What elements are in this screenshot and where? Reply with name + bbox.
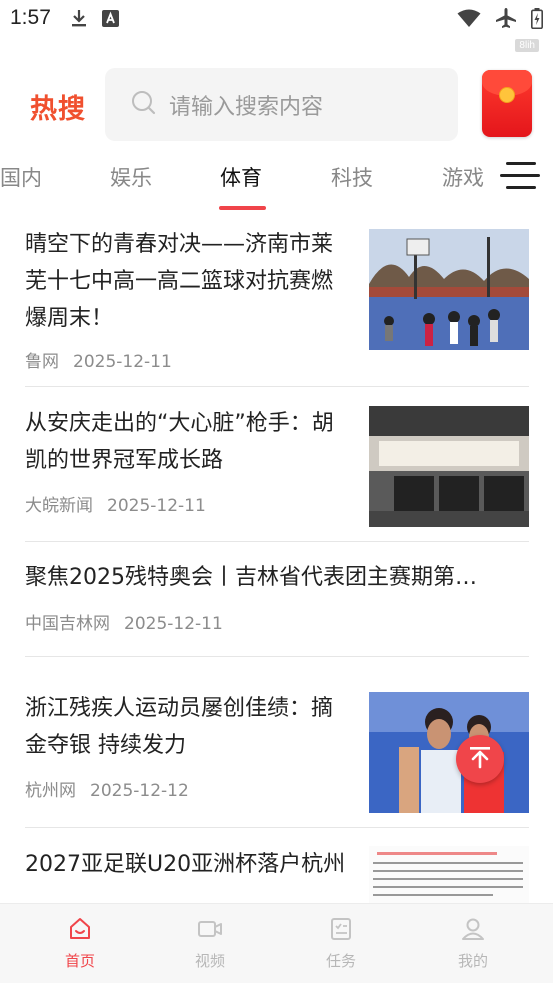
tab-sports[interactable]: 体育 [220, 162, 262, 192]
tab-entertainment[interactable]: 娱乐 [110, 162, 152, 192]
nav-profile[interactable]: 我的 [433, 916, 513, 971]
news-date: 2025-12-11 [107, 496, 206, 516]
news-item[interactable]: 2027亚足联U20亚洲杯落户杭州 [25, 846, 529, 906]
bottom-navigation: 首页 视频 任务 我的 [0, 903, 553, 983]
news-title: 浙江残疾人运动员屡创佳绩：摘金夺银 持续发力 [25, 696, 334, 758]
app-logo: 热搜 [30, 94, 86, 125]
nav-tasks-label: 任务 [325, 952, 356, 970]
app-notification-icon [102, 9, 119, 31]
news-source: 鲁网 [25, 352, 59, 372]
news-meta: 鲁网 2025-12-11 [25, 347, 172, 372]
nav-home-label: 首页 [64, 952, 95, 970]
nav-profile-label: 我的 [457, 952, 488, 970]
news-date: 2025-12-11 [124, 614, 223, 634]
status-bar: 1:57 8lih [0, 0, 553, 52]
video-icon [197, 921, 223, 946]
divider [25, 541, 529, 542]
news-thumbnail [369, 692, 529, 813]
news-title: 从安庆走出的“大心脏”枪手：胡凯的世界冠军成长路 [25, 411, 334, 473]
news-source: 杭州网 [25, 781, 76, 801]
news-title: 聚焦2025残特奥会丨吉林省代表团主赛期第… [25, 565, 477, 590]
divider [25, 656, 529, 657]
home-icon [67, 918, 93, 946]
news-title: 晴空下的青春对决——济南市莱芜十七中高一高二篮球对抗赛燃爆周末！ [25, 232, 334, 331]
tab-technology[interactable]: 科技 [331, 162, 373, 192]
news-source: 中国吉林网 [25, 614, 110, 634]
download-icon [70, 8, 88, 32]
network-speed-tag: 8lih [515, 39, 539, 52]
news-item[interactable]: 聚焦2025残特奥会丨吉林省代表团主赛期第… 中国吉林网 2025-12-11 [25, 559, 529, 649]
news-source: 大皖新闻 [25, 496, 93, 516]
news-meta: 中国吉林网 2025-12-11 [25, 609, 223, 634]
news-meta: 大皖新闻 2025-12-11 [25, 491, 206, 516]
search-input[interactable]: 请输入搜索内容 [105, 68, 458, 141]
battery-icon [531, 7, 543, 33]
menu-icon[interactable] [500, 158, 540, 194]
back-to-top-button[interactable] [456, 735, 504, 783]
search-icon [131, 90, 157, 120]
news-date: 2025-12-12 [90, 781, 189, 801]
news-meta: 杭州网 2025-12-12 [25, 776, 189, 801]
news-item[interactable]: 从安庆走出的“大心脏”枪手：胡凯的世界冠军成长路 大皖新闻 2025-12-11 [25, 405, 529, 535]
task-icon [328, 918, 354, 946]
tab-games[interactable]: 游戏 [442, 162, 484, 192]
divider [25, 827, 529, 828]
news-thumbnail [369, 229, 529, 350]
divider [25, 386, 529, 387]
airplane-icon [495, 7, 517, 33]
red-envelope-button[interactable] [482, 70, 532, 137]
news-date: 2025-12-11 [73, 352, 172, 372]
nav-tasks[interactable]: 任务 [301, 916, 381, 971]
header: 热搜 请输入搜索内容 [0, 66, 553, 142]
search-placeholder: 请输入搜索内容 [169, 94, 324, 120]
news-thumbnail [369, 406, 529, 527]
active-tab-indicator [219, 206, 266, 210]
news-thumbnail [369, 846, 529, 906]
wifi-icon [457, 9, 481, 32]
news-item[interactable]: 晴空下的青春对决——济南市莱芜十七中高一高二篮球对抗赛燃爆周末！ 鲁网 2025-… [25, 226, 529, 386]
nav-home[interactable]: 首页 [40, 916, 120, 971]
tab-domestic[interactable]: 国内 [0, 162, 42, 192]
nav-video[interactable]: 视频 [170, 916, 250, 971]
arrow-up-icon [467, 744, 493, 774]
envelope-seal-icon [499, 87, 515, 103]
news-item[interactable]: 浙江残疾人运动员屡创佳绩：摘金夺银 持续发力 杭州网 2025-12-12 [25, 690, 529, 820]
status-time: 1:57 [10, 6, 51, 29]
profile-icon [460, 918, 486, 946]
nav-video-label: 视频 [194, 952, 225, 970]
category-tabs: 国内 娱乐 体育 科技 游戏 [0, 150, 553, 212]
news-title: 2027亚足联U20亚洲杯落户杭州 [25, 852, 346, 877]
